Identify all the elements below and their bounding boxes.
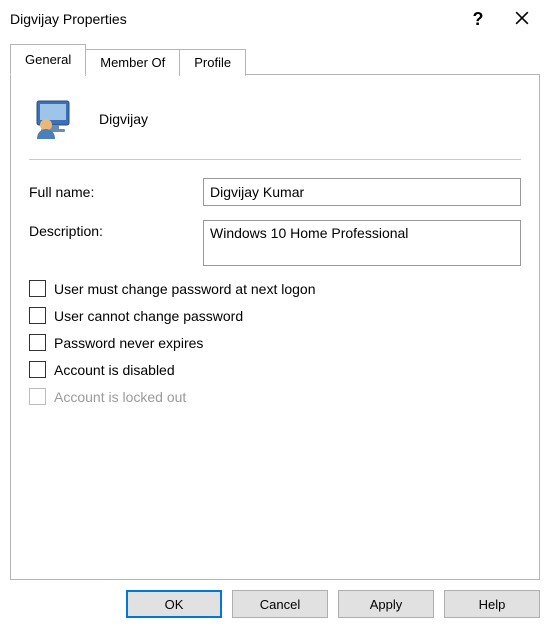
fullname-input[interactable] (203, 178, 521, 206)
tab-general[interactable]: General (10, 44, 86, 75)
cancel-button[interactable]: Cancel (232, 590, 328, 618)
close-button[interactable] (500, 4, 544, 34)
checkbox-icon (29, 388, 46, 405)
tab-profile[interactable]: Profile (179, 49, 246, 76)
help-icon: ? (473, 9, 484, 30)
properties-dialog: Digvijay Properties ? General Member Of … (0, 0, 550, 630)
check-never-expires-label: Password never expires (54, 335, 203, 351)
check-must-change-label: User must change password at next logon (54, 281, 315, 297)
checkbox-icon (29, 307, 46, 324)
fullname-row: Full name: (29, 178, 521, 206)
check-locked-out-label: Account is locked out (54, 389, 186, 405)
checkbox-icon (29, 280, 46, 297)
tabstrip: General Member Of Profile (10, 44, 540, 75)
titlebar: Digvijay Properties ? (0, 0, 550, 38)
username-display: Digvijay (99, 111, 148, 127)
description-label: Description: (29, 220, 199, 239)
check-never-expires[interactable]: Password never expires (29, 334, 521, 351)
close-icon (515, 11, 529, 28)
check-must-change[interactable]: User must change password at next logon (29, 280, 521, 297)
user-icon (31, 95, 79, 143)
checkbox-icon (29, 361, 46, 378)
button-bar: OK Cancel Apply Help (0, 580, 550, 630)
user-header: Digvijay (29, 91, 521, 157)
dialog-body: General Member Of Profile Digvijay (0, 38, 550, 580)
check-cannot-change-label: User cannot change password (54, 308, 243, 324)
check-cannot-change[interactable]: User cannot change password (29, 307, 521, 324)
check-account-disabled[interactable]: Account is disabled (29, 361, 521, 378)
checkbox-group: User must change password at next logon … (29, 280, 521, 405)
tab-memberof[interactable]: Member Of (85, 49, 180, 76)
description-input[interactable] (203, 220, 521, 266)
ok-button[interactable]: OK (126, 590, 222, 618)
check-locked-out: Account is locked out (29, 388, 521, 405)
window-title: Digvijay Properties (10, 11, 456, 27)
help-button[interactable]: ? (456, 4, 500, 34)
fullname-label: Full name: (29, 184, 199, 200)
help-button[interactable]: Help (444, 590, 540, 618)
description-row: Description: (29, 220, 521, 266)
check-account-disabled-label: Account is disabled (54, 362, 175, 378)
checkbox-icon (29, 334, 46, 351)
separator (29, 159, 521, 160)
tabpanel-general: Digvijay Full name: Description: User mu… (10, 74, 540, 580)
apply-button[interactable]: Apply (338, 590, 434, 618)
